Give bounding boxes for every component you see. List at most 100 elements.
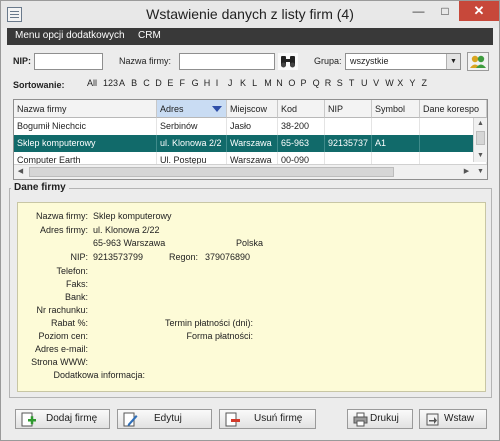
table-cell: Bogumił Niechcic xyxy=(14,118,157,135)
table-cell: 65-963 xyxy=(278,135,325,152)
vertical-scrollbar[interactable]: ▲ ▼ xyxy=(473,118,487,162)
table-cell: 38-200 xyxy=(278,118,325,135)
group-label: Grupa: xyxy=(314,56,342,66)
vertical-scroll-thumb[interactable] xyxy=(476,131,485,145)
sort-letter-123[interactable]: 123 xyxy=(103,78,118,88)
sort-letter-h[interactable]: H xyxy=(204,78,211,88)
sort-letter-p[interactable]: P xyxy=(301,78,307,88)
column-header-symbol[interactable]: Symbol xyxy=(372,100,420,118)
table-cell: 92135737 xyxy=(325,135,372,152)
print-label: Drukuj xyxy=(370,413,399,424)
group-select-value: wszystkie xyxy=(350,56,389,66)
sort-letter-d[interactable]: D xyxy=(155,78,162,88)
menu-item-additional-options[interactable]: Menu opcji dodatkowych xyxy=(15,30,125,41)
horizontal-scroll-thumb[interactable] xyxy=(29,167,394,177)
sort-letter-m[interactable]: M xyxy=(264,78,272,88)
detail-label-account: Nr rachunku: xyxy=(36,305,88,315)
sort-letter-x[interactable]: X xyxy=(397,78,403,88)
table-cell xyxy=(372,118,420,135)
binoculars-icon[interactable] xyxy=(278,53,298,70)
sort-letter-w[interactable]: W xyxy=(385,78,394,88)
sort-desc-icon xyxy=(212,106,222,112)
chevron-down-icon[interactable]: ▼ xyxy=(446,54,460,69)
printer-icon xyxy=(353,412,368,427)
sort-letter-z[interactable]: Z xyxy=(422,78,428,88)
sort-letter-l[interactable]: L xyxy=(252,78,257,88)
sort-letter-j[interactable]: J xyxy=(228,78,233,88)
horizontal-scrollbar[interactable]: ◀ ▶ ▼ xyxy=(14,164,487,179)
sort-letter-b[interactable]: B xyxy=(131,78,137,88)
menu-item-crm[interactable]: CRM xyxy=(138,30,161,41)
edit-label: Edytuj xyxy=(154,413,182,424)
insert-label: Wstaw xyxy=(444,413,474,424)
sort-letter-a[interactable]: A xyxy=(119,78,125,88)
sort-letter-y[interactable]: Y xyxy=(409,78,415,88)
sort-letter-all[interactable]: All xyxy=(87,78,97,88)
table-cell: ul. Klonowa 2/2 xyxy=(157,135,227,152)
sort-letter-s[interactable]: S xyxy=(337,78,343,88)
close-icon[interactable]: ✕ xyxy=(459,1,499,21)
sort-letter-c[interactable]: C xyxy=(143,78,150,88)
detail-value-nip: 9213573799 xyxy=(93,252,144,262)
column-header-postal-code[interactable]: Kod xyxy=(278,100,325,118)
detail-label-regon: Regon: xyxy=(168,252,198,262)
table-cell: Sklep komputerowy xyxy=(14,135,157,152)
scroll-right-icon[interactable]: ▶ xyxy=(460,165,473,179)
detail-label-phone: Telefon: xyxy=(56,266,88,276)
table-row[interactable]: Sklep komputerowy ul. Klonowa 2/2 Warszawa… xyxy=(14,135,487,152)
column-header-company-name[interactable]: Nazwa firmy xyxy=(14,100,157,118)
sort-letter-e[interactable]: E xyxy=(167,78,173,88)
column-header-city[interactable]: Miejscow xyxy=(227,100,278,118)
nip-label: NIP: xyxy=(13,56,31,66)
sort-letter-u[interactable]: U xyxy=(361,78,368,88)
group-select[interactable]: wszystkie ▼ xyxy=(345,53,461,70)
print-button[interactable]: Drukuj xyxy=(347,409,413,429)
scroll-down-icon[interactable]: ▼ xyxy=(474,150,487,162)
menu-bar: Menu opcji dodatkowych CRM xyxy=(7,28,493,45)
detail-value-address-line1: ul. Klonowa 2/22 xyxy=(93,225,160,235)
scroll-left-icon[interactable]: ◀ xyxy=(14,165,27,179)
scroll-up-icon[interactable]: ▲ xyxy=(474,118,487,130)
sort-letter-r[interactable]: R xyxy=(325,78,332,88)
maximize-icon[interactable]: □ xyxy=(432,1,458,21)
table-cell: Warszawa xyxy=(227,135,278,152)
company-name-input[interactable] xyxy=(179,53,275,70)
detail-value-name: Sklep komputerowy xyxy=(93,211,172,221)
sort-letter-k[interactable]: K xyxy=(240,78,246,88)
column-header-correspondence[interactable]: Dane korespo xyxy=(420,100,487,118)
title-bar[interactable]: Wstawienie danych z listy firm (4) — □ ✕ xyxy=(1,1,499,28)
minimize-icon[interactable]: — xyxy=(405,1,432,21)
group-people-icon[interactable] xyxy=(467,52,489,71)
insert-button[interactable]: Wstaw xyxy=(419,409,487,429)
detail-label-www: Strona WWW: xyxy=(31,357,88,367)
sort-letter-i[interactable]: I xyxy=(216,78,219,88)
edit-button[interactable]: Edytuj xyxy=(117,409,212,429)
sort-letter-g[interactable]: G xyxy=(192,78,199,88)
sort-letter-t[interactable]: T xyxy=(349,78,355,88)
column-header-address[interactable]: Adres xyxy=(157,100,227,118)
detail-label-payment-form: Forma płatności: xyxy=(186,331,253,341)
detail-label-bank: Bank: xyxy=(64,292,88,302)
detail-label-discount: Rabat %: xyxy=(50,318,88,328)
company-details-title: Dane firmy xyxy=(11,182,69,193)
sort-letter-o[interactable]: O xyxy=(288,78,295,88)
sort-letter-n[interactable]: N xyxy=(276,78,283,88)
table-row[interactable]: Bogumił Niechcic Serbinów Jasło 38-200 xyxy=(14,118,487,135)
detail-label-email: Adres e-mail: xyxy=(34,344,88,354)
delete-company-button[interactable]: Usuń firmę xyxy=(219,409,316,429)
table-cell xyxy=(325,118,372,135)
company-details-panel: Nazwa firmy: Sklep komputerowy Adres fir… xyxy=(17,202,486,392)
sort-letter-q[interactable]: Q xyxy=(313,78,320,88)
column-header-address-label: Adres xyxy=(160,104,184,114)
detail-value-address-line2: 65-963 Warszawa xyxy=(93,238,166,248)
sort-letter-v[interactable]: V xyxy=(373,78,379,88)
column-header-nip[interactable]: NIP xyxy=(325,100,372,118)
add-company-button[interactable]: Dodaj firmę xyxy=(15,409,110,429)
scroll-down-corner-icon[interactable]: ▼ xyxy=(474,165,487,179)
detail-label-payment-term: Termin płatności (dni): xyxy=(164,318,253,328)
sort-letter-f[interactable]: F xyxy=(180,78,186,88)
bottom-toolbar: Dodaj firmę Edytuj Usuń firmę Drukuj Wst… xyxy=(1,402,499,440)
detail-label-fax: Faks: xyxy=(65,279,88,289)
delete-document-icon xyxy=(225,412,240,427)
nip-input[interactable] xyxy=(34,53,103,70)
